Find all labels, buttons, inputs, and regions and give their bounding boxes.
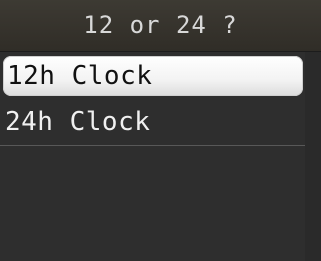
title-bar: 12 or 24 ? (0, 0, 321, 52)
option-label: 12h Clock (7, 61, 153, 91)
screen-title: 12 or 24 ? (83, 11, 238, 39)
option-label: 24h Clock (5, 107, 151, 137)
lcd-screen: 12 or 24 ? 12h Clock 24h Clock (0, 0, 321, 261)
option-24h-clock[interactable]: 24h Clock (0, 99, 305, 146)
option-list: 12h Clock 24h Clock (0, 52, 305, 146)
scroll-gutter (305, 52, 321, 261)
option-12h-clock[interactable]: 12h Clock (0, 52, 305, 99)
